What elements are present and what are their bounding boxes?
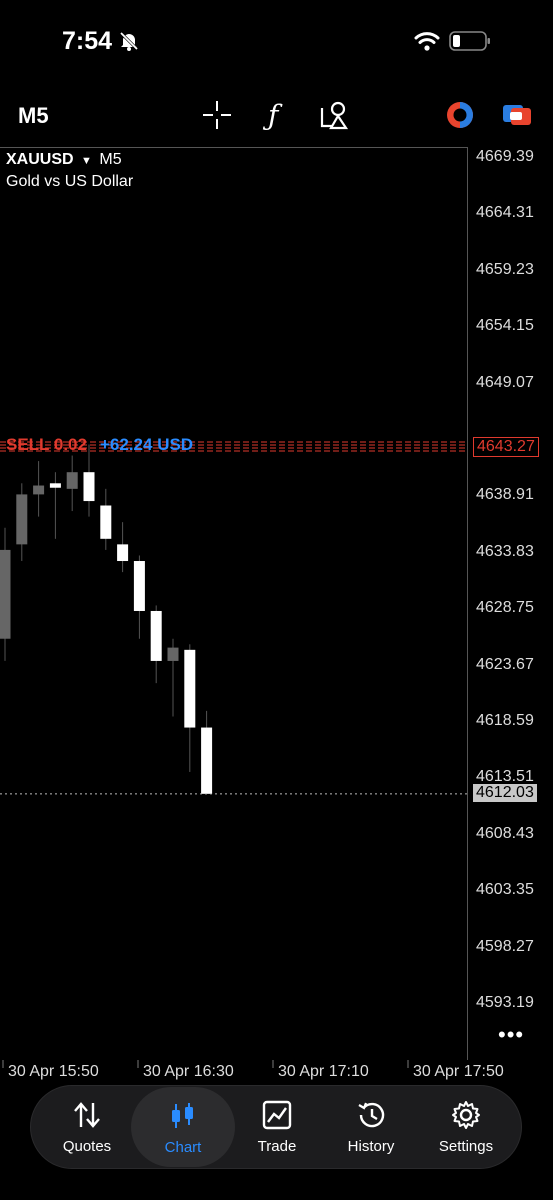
nav-settings[interactable]: Settings — [416, 1086, 516, 1168]
trade-chart-icon — [262, 1100, 292, 1130]
nav-trade[interactable]: Trade — [227, 1086, 327, 1168]
price-tick-label: 4598.27 — [476, 937, 534, 955]
symbol-timeframe: M5 — [99, 151, 122, 168]
time-tick-label: 30 Apr 15:50 — [8, 1063, 99, 1080]
current-price-label: 4612.03 — [473, 783, 537, 802]
price-tick-label: 4649.07 — [476, 373, 534, 391]
time-tick-label: 30 Apr 17:10 — [278, 1063, 369, 1080]
history-clock-icon — [358, 1102, 385, 1128]
price-tick-label: 4638.91 — [476, 486, 534, 504]
position-price-label: 4643.27 — [473, 436, 539, 457]
price-tick-label: 4659.23 — [476, 260, 534, 278]
candle-body — [117, 544, 129, 562]
candlestick-chart-icon — [172, 1103, 193, 1128]
symbol-name: XAUUSD — [6, 151, 74, 168]
candle-body — [184, 649, 196, 728]
candle-body — [167, 647, 179, 661]
quotes-arrows-icon — [74, 1102, 100, 1128]
price-tick-label: 4669.39 — [476, 148, 534, 165]
candle-body — [66, 472, 78, 489]
candle-body — [0, 549, 11, 639]
price-tick-label: 4603.35 — [476, 881, 534, 899]
price-tick-label: 4654.15 — [476, 317, 534, 335]
candle-body — [150, 610, 162, 661]
candle-body — [33, 485, 45, 495]
time-tick-label: 30 Apr 17:50 — [413, 1063, 504, 1080]
nav-history[interactable]: History — [321, 1086, 421, 1168]
price-tick-label: 4628.75 — [476, 599, 534, 617]
nav-chart[interactable]: Chart — [131, 1087, 235, 1167]
price-tick-label: 4633.83 — [476, 542, 534, 560]
candle-body — [49, 483, 61, 488]
dropdown-arrow-icon: ▼ — [81, 155, 92, 167]
price-tick-label: 4608.43 — [476, 824, 534, 842]
symbol-description: Gold vs US Dollar — [6, 173, 134, 190]
candle-body — [133, 561, 145, 611]
candle-body — [83, 472, 95, 502]
gear-icon — [452, 1101, 480, 1129]
nav-quotes[interactable]: Quotes — [37, 1086, 137, 1168]
candle-body — [16, 494, 28, 545]
price-tick-label: 4593.19 — [476, 994, 534, 1011]
position-profit: +62.24 USD — [100, 435, 193, 454]
price-tick-label: 4623.67 — [476, 655, 534, 673]
position-label: SELL 0.02 — [6, 435, 87, 454]
time-tick-label: 30 Apr 16:30 — [143, 1063, 234, 1080]
candle-body — [201, 727, 213, 794]
price-tick-label: 4618.59 — [476, 712, 534, 729]
symbol-header[interactable]: XAUUSD ▼ M5 — [6, 151, 122, 169]
more-options-icon[interactable]: ••• — [498, 1022, 524, 1048]
price-tick-label: 4664.31 — [476, 204, 534, 222]
candle-body — [100, 505, 112, 539]
bottom-navigation: Quotes Chart Trade History Settings — [30, 1085, 522, 1169]
